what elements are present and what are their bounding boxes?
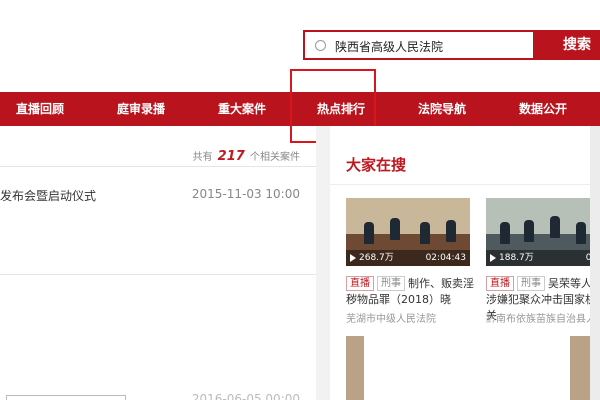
nav-item-trial-recordings[interactable]: 庭审录播 xyxy=(117,92,165,126)
case-date: 2015-11-03 10:00 xyxy=(191,187,300,201)
court-name: 黔南布依族苗族自治县人民... xyxy=(486,314,600,325)
video-stats: 188.7万 05:4 xyxy=(486,250,600,266)
play-icon xyxy=(350,254,356,262)
category-badge: 刑事 xyxy=(517,276,545,291)
search-button[interactable]: 搜索 xyxy=(533,30,600,60)
case-title-link[interactable]: 发布会暨启动仪式 xyxy=(0,187,96,204)
video-duration: 02:04:43 xyxy=(425,253,466,263)
video-stats: 268.7万 02:04:43 xyxy=(346,250,470,266)
search-bar: 陕西省高级人民法院 搜索 xyxy=(303,30,600,60)
view-count: 188.7万 xyxy=(499,253,534,263)
nav-item-major-cases[interactable]: 重大案件 xyxy=(218,92,266,126)
search-icon xyxy=(315,40,326,51)
video-thumbnail[interactable]: 188.7万 05:4 xyxy=(486,198,600,266)
video-thumbnail[interactable] xyxy=(570,336,590,400)
court-name: 芜湖市中级人民法院 xyxy=(346,314,436,325)
divider xyxy=(330,184,600,185)
play-icon xyxy=(490,254,496,262)
result-count-number: 217 xyxy=(217,149,245,164)
case-date: 2016-06-05 00:00 xyxy=(191,392,300,400)
search-input-value: 陕西省高级人民法院 xyxy=(335,40,444,54)
divider xyxy=(0,166,316,167)
nav-item-court-navigation[interactable]: 法院导航 xyxy=(418,92,466,126)
divider xyxy=(0,274,316,275)
results-panel: 共有 217 个相关案件 发布会暨启动仪式 2015-11-03 10:00 2… xyxy=(0,140,316,400)
scrollbar[interactable] xyxy=(590,126,600,400)
hot-searches-panel: 大家在搜 268.7万 02:04:43 直播 刑事 制作、贩卖淫秽物品罪（2018… xyxy=(330,126,600,400)
hot-searches-title: 大家在搜 xyxy=(346,156,407,174)
case-thumbnail-frame[interactable] xyxy=(6,395,126,400)
live-badge: 直播 xyxy=(346,276,374,291)
column-gutter xyxy=(316,126,330,400)
category-badge: 刑事 xyxy=(377,276,405,291)
video-thumbnail[interactable] xyxy=(346,336,364,400)
result-count: 共有 217 个相关案件 xyxy=(192,148,300,164)
nav-item-live-review[interactable]: 直播回顾 xyxy=(16,92,64,126)
nav-item-data-disclosure[interactable]: 数据公开 xyxy=(519,92,567,126)
video-title[interactable]: 直播 刑事 制作、贩卖淫秽物品罪（2018）晓 xyxy=(346,276,476,308)
search-input[interactable]: 陕西省高级人民法院 xyxy=(303,30,533,60)
view-count: 268.7万 xyxy=(359,253,394,263)
live-badge: 直播 xyxy=(486,276,514,291)
result-count-suffix: 个相关案件 xyxy=(250,152,300,163)
result-count-prefix: 共有 xyxy=(192,152,213,163)
video-thumbnail[interactable]: 268.7万 02:04:43 xyxy=(346,198,470,266)
